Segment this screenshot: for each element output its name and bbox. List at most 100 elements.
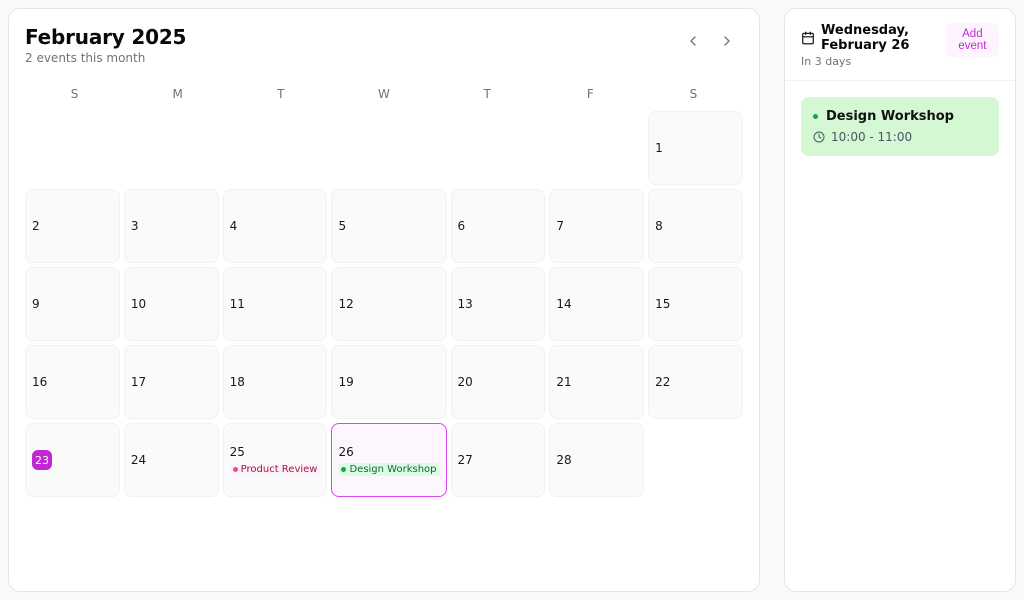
day-of-week-header: W bbox=[334, 81, 433, 107]
day-cell[interactable]: 9 bbox=[25, 267, 120, 341]
day-number: 11 bbox=[230, 297, 245, 311]
day-cell[interactable]: 8 bbox=[648, 189, 743, 263]
chevron-right-icon bbox=[719, 33, 735, 49]
day-cell bbox=[124, 501, 219, 575]
event-card[interactable]: Design Workshop 10:00 - 11:00 bbox=[801, 97, 999, 156]
day-cell[interactable]: 6 bbox=[451, 189, 546, 263]
day-number: 20 bbox=[458, 375, 473, 389]
day-number: 10 bbox=[131, 297, 146, 311]
day-cell[interactable]: 3 bbox=[124, 189, 219, 263]
calendar-panel: February 2025 2 events this month SMTWTF… bbox=[8, 8, 760, 592]
day-cell bbox=[549, 111, 644, 185]
today-badge: 23 bbox=[32, 450, 52, 470]
event-dot-icon bbox=[341, 467, 346, 472]
day-cell[interactable]: 10 bbox=[124, 267, 219, 341]
day-number: 28 bbox=[556, 453, 571, 467]
day-cell[interactable]: 7 bbox=[549, 189, 644, 263]
day-of-week-row: SMTWTFS bbox=[25, 81, 743, 107]
day-cell[interactable]: 27 bbox=[451, 423, 546, 497]
day-number: 26 bbox=[338, 445, 353, 459]
day-cell[interactable]: 15 bbox=[648, 267, 743, 341]
day-number: 21 bbox=[556, 375, 571, 389]
day-cell[interactable]: 21 bbox=[549, 345, 644, 419]
day-number: 7 bbox=[556, 219, 564, 233]
day-number: 13 bbox=[458, 297, 473, 311]
day-number: 14 bbox=[556, 297, 571, 311]
calendar-icon bbox=[801, 31, 815, 45]
event-chip[interactable]: Design Workshop bbox=[338, 463, 439, 476]
day-cell bbox=[223, 501, 328, 575]
day-number: 19 bbox=[338, 375, 353, 389]
clock-icon bbox=[813, 131, 825, 143]
day-cell bbox=[451, 111, 546, 185]
day-of-week-header: T bbox=[438, 81, 537, 107]
day-number: 3 bbox=[131, 219, 139, 233]
day-cell bbox=[124, 111, 219, 185]
day-cell bbox=[648, 423, 743, 497]
day-number: 5 bbox=[338, 219, 346, 233]
day-cell bbox=[25, 111, 120, 185]
day-number: 6 bbox=[458, 219, 466, 233]
day-cell[interactable]: 28 bbox=[549, 423, 644, 497]
day-cell[interactable]: 19 bbox=[331, 345, 446, 419]
day-cell[interactable]: 23 bbox=[25, 423, 120, 497]
day-number: 9 bbox=[32, 297, 40, 311]
day-number: 16 bbox=[32, 375, 47, 389]
side-panel: Wednesday, February 26 In 3 days Add eve… bbox=[784, 8, 1016, 592]
event-time: 10:00 - 11:00 bbox=[831, 130, 912, 144]
day-cell bbox=[223, 111, 328, 185]
day-cell[interactable]: 2 bbox=[25, 189, 120, 263]
day-cell[interactable]: 12 bbox=[331, 267, 446, 341]
day-cell[interactable]: 17 bbox=[124, 345, 219, 419]
event-chip-label: Design Workshop bbox=[349, 464, 436, 475]
event-dot-icon bbox=[813, 114, 818, 119]
day-cell[interactable]: 25 Product Review bbox=[223, 423, 328, 497]
event-dot-icon bbox=[233, 467, 238, 472]
day-cell[interactable]: 24 bbox=[124, 423, 219, 497]
selected-date-relative: In 3 days bbox=[801, 55, 938, 68]
day-number: 27 bbox=[458, 453, 473, 467]
day-cell bbox=[25, 501, 120, 575]
day-number: 12 bbox=[338, 297, 353, 311]
day-cell bbox=[648, 501, 743, 575]
day-cell[interactable]: 11 bbox=[223, 267, 328, 341]
calendar-title: February 2025 bbox=[25, 25, 186, 49]
day-cell bbox=[451, 501, 546, 575]
day-cell bbox=[331, 501, 446, 575]
day-cell[interactable]: 26 Design Workshop bbox=[331, 423, 446, 497]
calendar-grid: 1234567891011121314151617181920212223242… bbox=[25, 111, 743, 575]
event-list: Design Workshop 10:00 - 11:00 bbox=[785, 81, 1015, 591]
day-number: 1 bbox=[655, 141, 663, 155]
day-number: 18 bbox=[230, 375, 245, 389]
day-of-week-header: T bbox=[231, 81, 330, 107]
day-cell[interactable]: 18 bbox=[223, 345, 328, 419]
day-number: 2 bbox=[32, 219, 40, 233]
event-title: Design Workshop bbox=[826, 109, 954, 124]
selected-date-label: Wednesday, February 26 bbox=[821, 23, 938, 53]
day-number: 15 bbox=[655, 297, 670, 311]
day-cell[interactable]: 5 bbox=[331, 189, 446, 263]
calendar-subtitle: 2 events this month bbox=[25, 51, 186, 65]
day-cell[interactable]: 16 bbox=[25, 345, 120, 419]
day-of-week-header: S bbox=[644, 81, 743, 107]
chevron-left-icon bbox=[685, 33, 701, 49]
day-of-week-header: S bbox=[25, 81, 124, 107]
day-number: 8 bbox=[655, 219, 663, 233]
day-number: 25 bbox=[230, 445, 245, 459]
next-month-button[interactable] bbox=[711, 27, 743, 55]
day-cell[interactable]: 22 bbox=[648, 345, 743, 419]
event-chip-label: Product Review bbox=[241, 464, 318, 475]
add-event-button[interactable]: Add event bbox=[946, 23, 999, 57]
event-chip[interactable]: Product Review bbox=[230, 463, 321, 476]
day-number: 22 bbox=[655, 375, 670, 389]
prev-month-button[interactable] bbox=[677, 27, 709, 55]
day-number: 24 bbox=[131, 453, 146, 467]
day-cell[interactable]: 4 bbox=[223, 189, 328, 263]
day-cell[interactable]: 1 bbox=[648, 111, 743, 185]
day-of-week-header: M bbox=[128, 81, 227, 107]
day-cell[interactable]: 13 bbox=[451, 267, 546, 341]
day-cell[interactable]: 14 bbox=[549, 267, 644, 341]
calendar-nav bbox=[677, 27, 743, 55]
day-cell[interactable]: 20 bbox=[451, 345, 546, 419]
day-number: 17 bbox=[131, 375, 146, 389]
